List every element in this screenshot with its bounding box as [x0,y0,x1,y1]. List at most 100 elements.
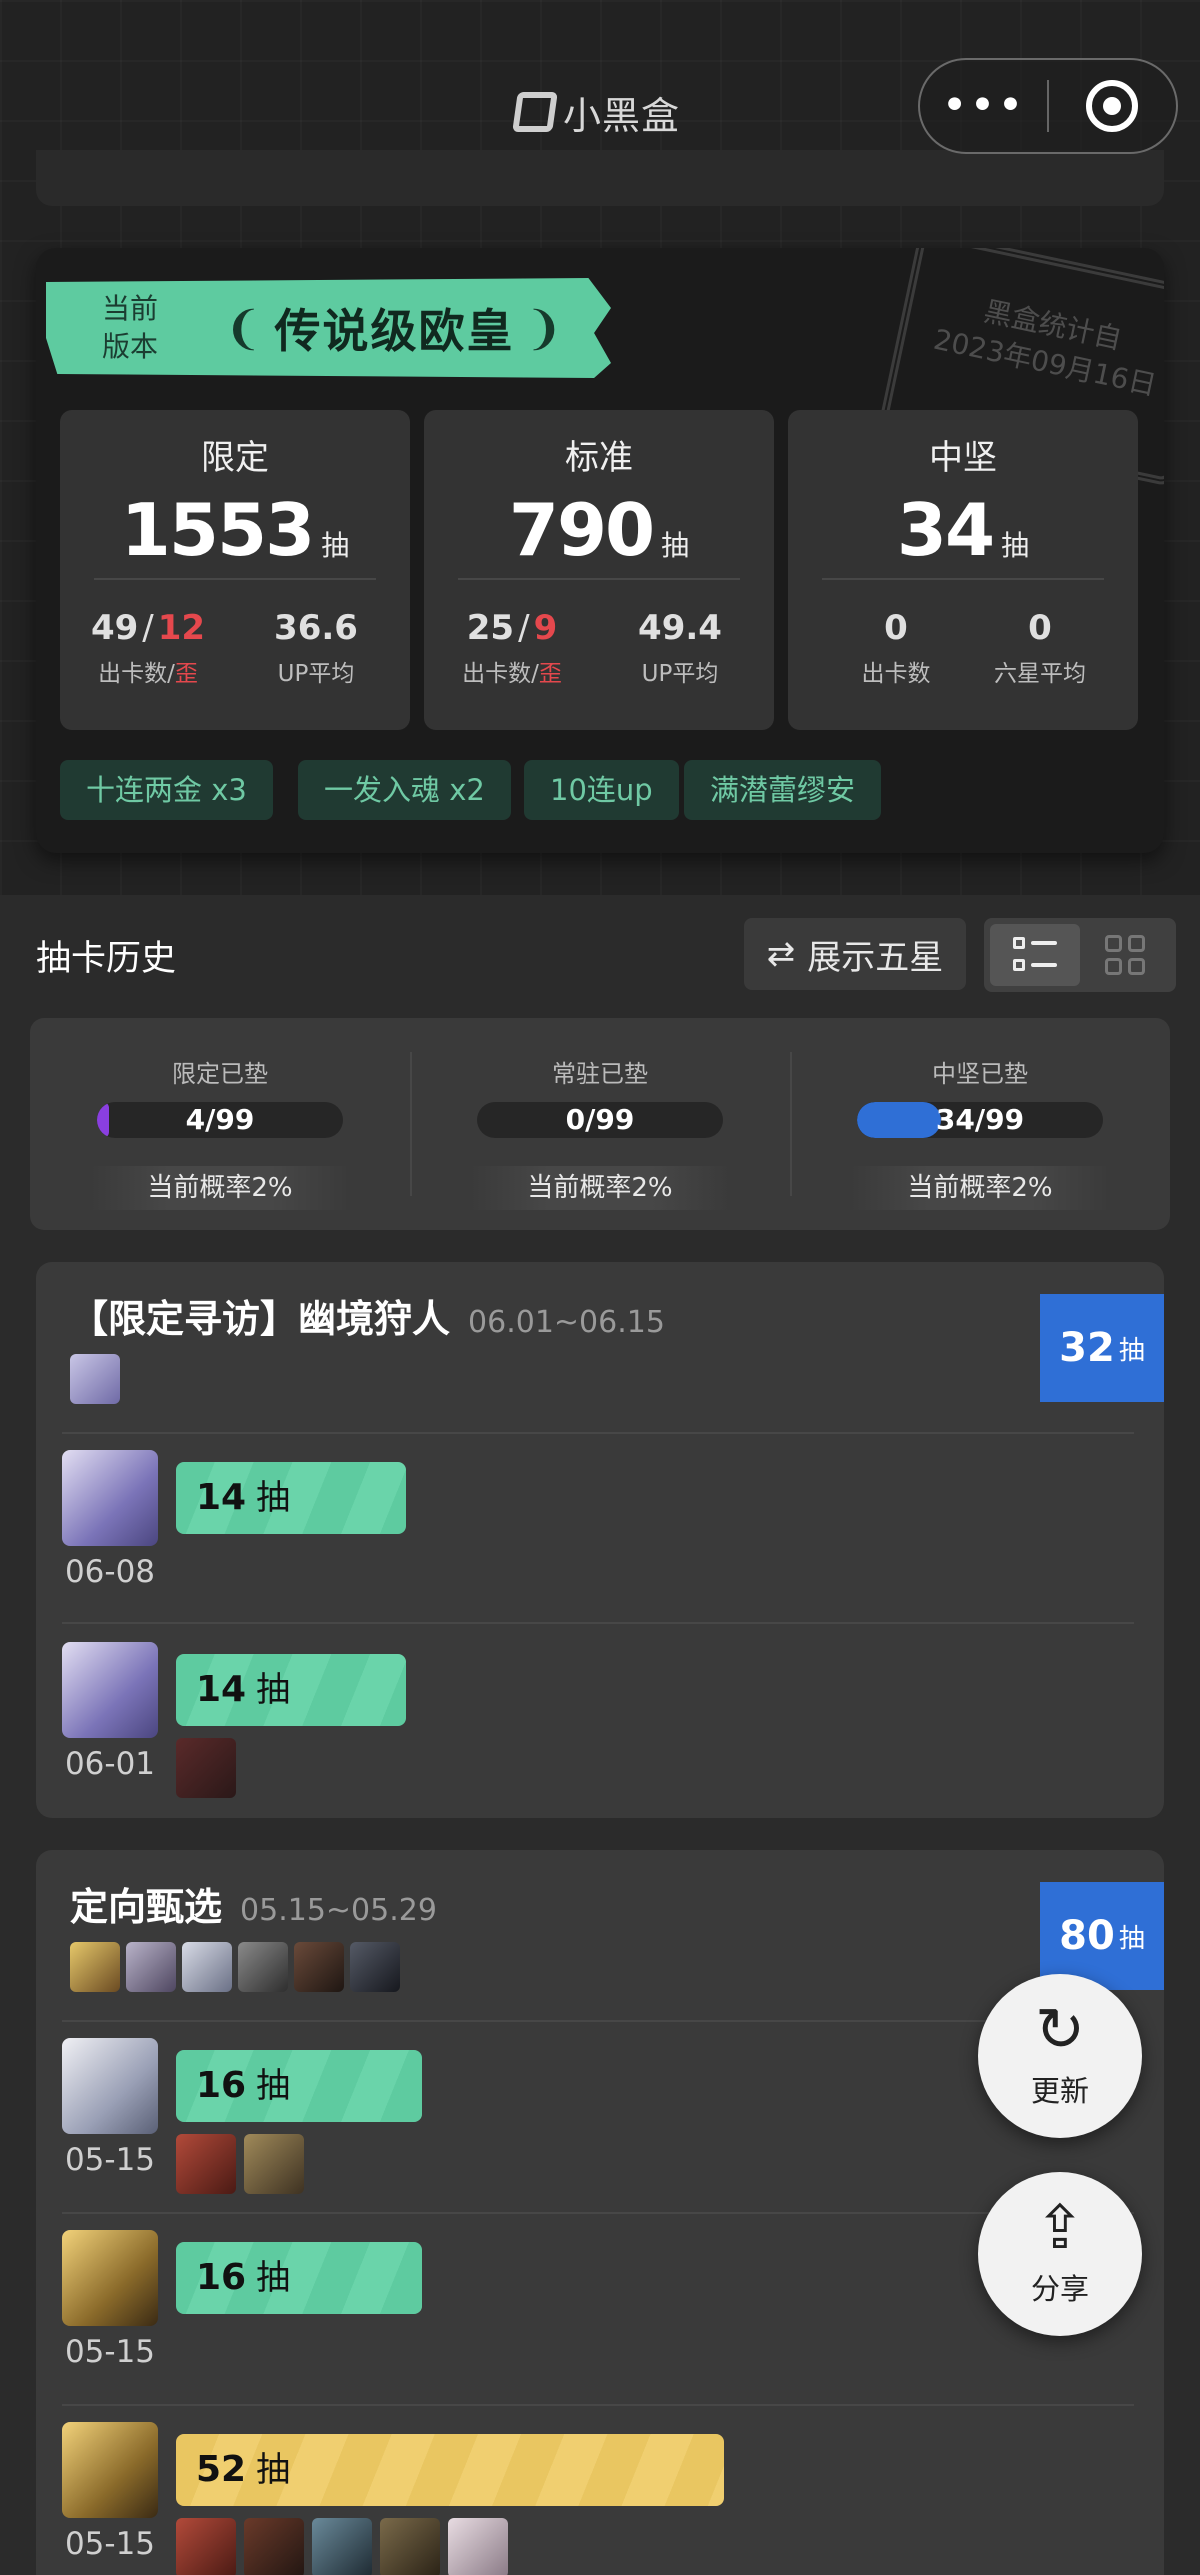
stat-divider [94,578,376,580]
operator-avatar [62,1450,158,1546]
operator-avatar [244,2134,304,2194]
stat-divider [822,578,1104,580]
banner-operators [70,1942,400,1992]
pulled-operators [176,2134,304,2194]
summary-card: 黑盒统计自 2023年09月16日 当前 版本 ❨ 传说级欧皇 ❩ 限定 155… [36,248,1164,853]
swap-icon: ⇄ [766,934,796,974]
operator-avatar [126,1942,176,1992]
stat-avg-col: 36.6 UP平均 [236,608,396,688]
off-count: 12 [157,608,206,648]
pull-count: 16 [196,2065,247,2106]
more-icon[interactable]: ••• [920,84,1047,128]
ribbon-label: 当前 版本 [102,292,159,363]
stat-name: 中坚 [929,438,997,478]
slash: / [142,608,154,648]
show-five-star-button[interactable]: ⇄ 展示五星 [744,918,966,990]
list-view-icon [1013,937,1057,973]
cards-label: 出卡数 [98,661,168,687]
pull-count: 52 [196,2449,247,2490]
banner-date: 05.15~05.29 [240,1893,437,1928]
pull-count-bar: 16 抽 [176,2050,422,2122]
banner-count-unit: 抽 [1118,1923,1145,1954]
stat-box-standard: 标准 790 抽 25/9 出卡数/歪 49.4 UP平均 [424,410,774,730]
stat-total: 790 抽 [424,488,774,572]
label-sep: / [167,661,175,687]
grid-view-button[interactable] [1080,924,1170,986]
banner-operators [70,1354,120,1404]
rank-ribbon: 当前 版本 ❨ 传说级欧皇 ❩ [46,278,611,378]
operator-avatar [182,1942,232,1992]
heybox-logo-icon [512,92,558,132]
navbar-title: 小黑盒 [563,93,681,138]
share-icon: ⇪ [1034,2193,1086,2263]
banner-card[interactable]: 【限定寻访】幽境狩人 06.01~06.15 32 抽 14 抽 06-08 14 抽 … [36,1262,1164,1818]
stat-total-unit: 抽 [321,529,350,562]
banner-date: 06.01~06.15 [468,1305,665,1340]
stat-avg-col: 49.4 UP平均 [600,608,760,688]
label-sep: / [531,661,539,687]
pull-date: 05-15 [64,2142,156,2178]
cards-count: 25 [466,608,515,648]
stat-cards-col: 49/12 出卡数/歪 [68,608,228,688]
row-divider [62,2404,1134,2406]
operator-avatar [70,1942,120,1992]
operator-avatar [176,2518,236,2575]
operator-avatar [62,2230,158,2326]
stat-box-midtier: 中坚 34 抽 0 出卡数 0 六星平均 [788,410,1138,730]
miniprogram-capsule: ••• [918,58,1178,154]
pull-count-bar: 14 抽 [176,1462,406,1534]
operator-avatar [448,2518,508,2575]
pity-progress-bar: 0/99 [477,1102,723,1138]
view-mode-switch [984,918,1176,992]
cards-label: 出卡数 [462,661,532,687]
banner-count-badge: 32 抽 [1040,1294,1164,1402]
cards-count: 0 [884,608,908,648]
pull-date: 06-08 [64,1554,156,1590]
cards-label: 出卡数 [861,661,931,687]
operator-avatar [238,1942,288,1992]
banner-count-unit: 抽 [1118,1335,1145,1366]
pull-count: 14 [196,1669,247,1710]
target-icon [1086,80,1139,132]
pulled-operators [176,1738,236,1798]
refresh-button[interactable]: ↻ 更新 [978,1974,1142,2138]
avg-value: 49.4 [638,608,722,648]
close-miniprogram-button[interactable] [1049,80,1176,132]
row-divider [62,2020,1134,2022]
banner-name: 定向甄选 [70,1885,223,1929]
avg-value: 36.6 [274,608,358,648]
pity-panel: 限定已垫 4/99 当前概率2% 常驻已垫 0/99 当前概率2% 中坚已垫 3… [30,1018,1170,1230]
operator-avatar [70,1354,120,1404]
share-button[interactable]: ⇪ 分享 [978,2172,1142,2336]
row-divider [62,1622,1134,1624]
avg-label: 六星平均 [994,661,1086,687]
stat-total-unit: 抽 [1001,529,1030,562]
operator-avatar [312,2518,372,2575]
list-view-button[interactable] [990,924,1080,986]
row-divider [62,2212,1134,2214]
ribbon-title: 传说级欧皇 [274,304,515,358]
banner-title: 定向甄选 05.15~05.29 [70,1876,437,1931]
avg-label: UP平均 [277,661,355,687]
stat-total-value: 790 [508,488,655,572]
pity-value: 4/99 [185,1103,255,1136]
pity-rate: 当前概率2% [850,1166,1110,1210]
slash: / [518,608,530,648]
achievement-tag: 满潜蕾缪安 [684,760,882,820]
avg-value: 0 [1028,608,1052,648]
pity-progress-bar: 4/99 [97,1102,343,1138]
off-label: 歪 [538,661,562,687]
banner-count: 32 [1059,1325,1115,1371]
off-count: 9 [533,608,558,648]
pull-count-bar: 52 抽 [176,2434,724,2506]
operator-avatar [380,2518,440,2575]
banner-count: 80 [1059,1913,1115,1959]
pull-unit: 抽 [256,2258,291,2298]
row-divider [62,1432,1134,1434]
stat-name: 限定 [201,438,269,478]
share-label: 分享 [1030,2272,1089,2306]
stat-name: 标准 [565,438,633,478]
operator-avatar [294,1942,344,1992]
pull-count-bar: 16 抽 [176,2242,422,2314]
stat-total-unit: 抽 [661,529,690,562]
